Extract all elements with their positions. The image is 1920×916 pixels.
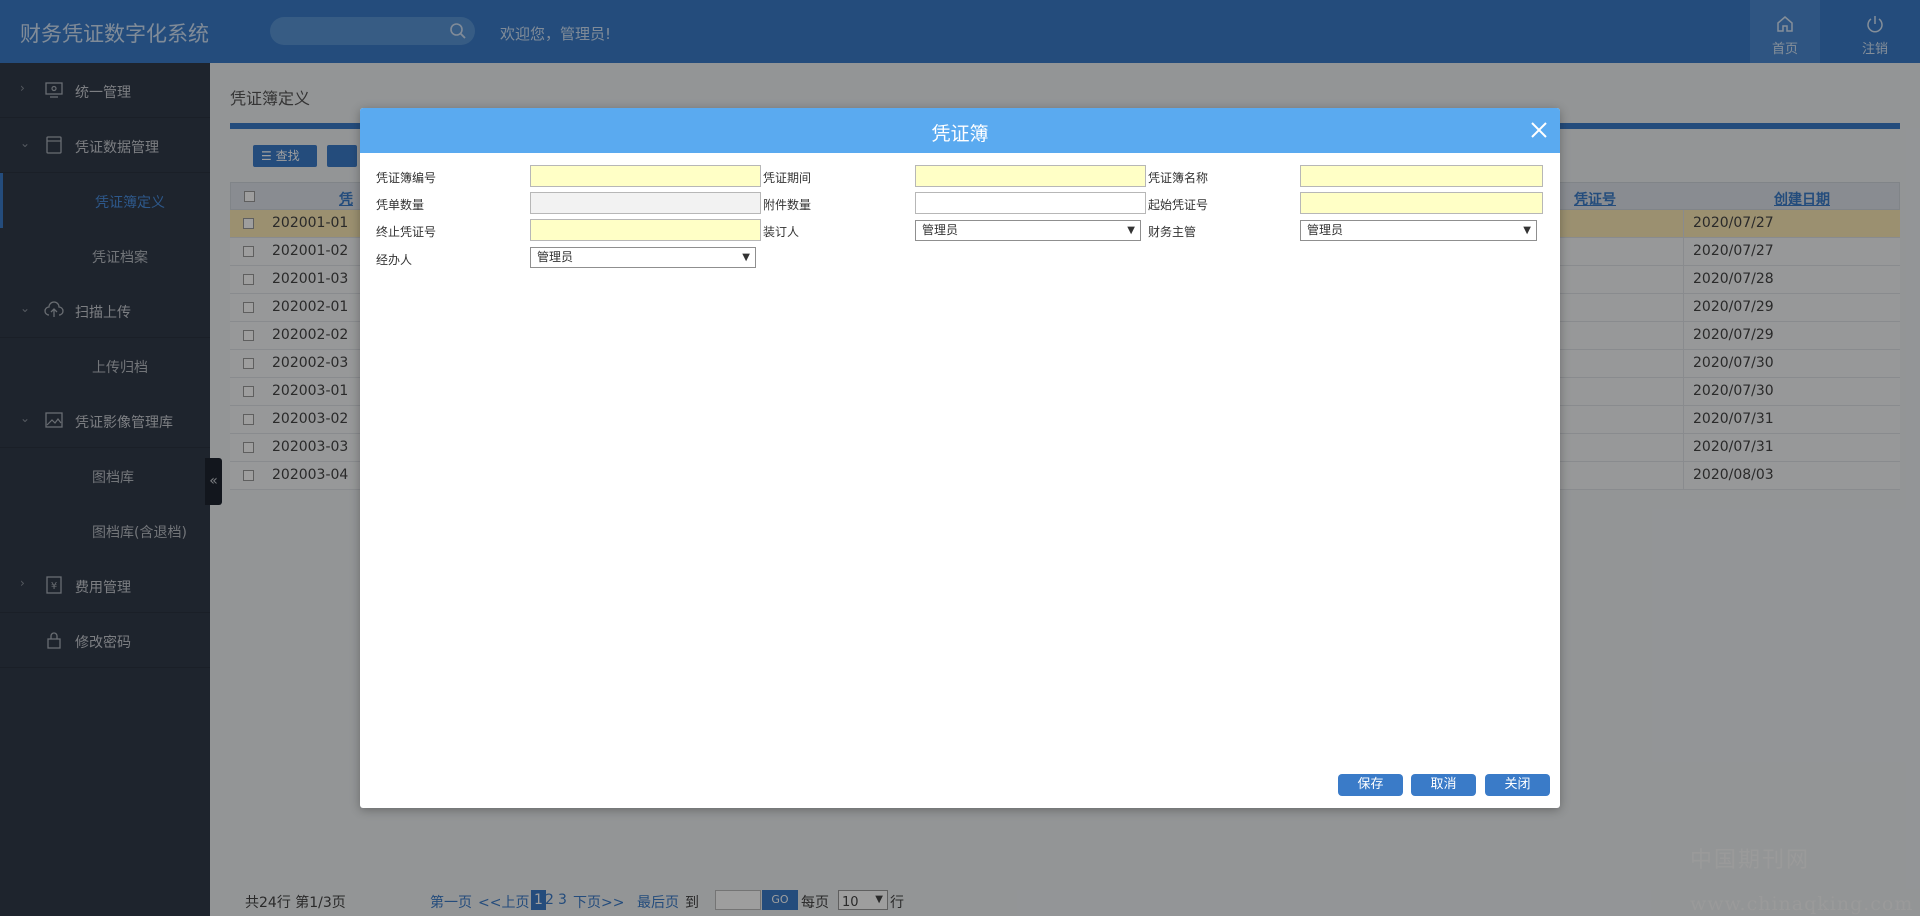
- book-name-input[interactable]: [1300, 165, 1543, 187]
- attachment-count-input[interactable]: [915, 192, 1146, 214]
- save-button[interactable]: 保存: [1338, 774, 1403, 796]
- binder-label: 装订人: [763, 225, 800, 239]
- dialog-header: 凭证簿: [360, 108, 1560, 153]
- dropdown-arrow-icon: ▼: [742, 252, 750, 263]
- handler-label: 经办人: [376, 253, 413, 267]
- cancel-button[interactable]: 取消: [1411, 774, 1476, 796]
- voucher-book-dialog: 凭证簿 凭证簿编号 凭证期间 凭证簿名称 凭单数量 附件数量 起始凭证号 终止凭…: [360, 108, 1560, 808]
- dropdown-arrow-icon: ▼: [1127, 225, 1135, 236]
- voucher-count-input: [530, 192, 761, 214]
- period-label: 凭证期间: [763, 171, 812, 185]
- watermark-logo: 中国期刊网: [1690, 848, 1811, 873]
- close-icon[interactable]: [1528, 119, 1550, 141]
- attachment-count-label: 附件数量: [763, 198, 812, 212]
- book-no-label: 凭证簿编号: [376, 171, 437, 185]
- binder-value: 管理员: [922, 223, 959, 237]
- book-name-label: 凭证簿名称: [1148, 171, 1209, 185]
- close-button[interactable]: 关闭: [1485, 774, 1550, 796]
- end-no-input[interactable]: [530, 219, 761, 241]
- start-no-input[interactable]: [1300, 192, 1543, 214]
- dropdown-arrow-icon: ▼: [1523, 225, 1531, 236]
- binder-select[interactable]: 管理员 ▼: [915, 220, 1141, 241]
- start-no-label: 起始凭证号: [1148, 198, 1209, 212]
- book-no-input[interactable]: [530, 165, 761, 187]
- voucher-count-label: 凭单数量: [376, 198, 425, 212]
- handler-value: 管理员: [537, 250, 574, 264]
- finance-head-label: 财务主管: [1148, 225, 1197, 239]
- watermark-url: www.chinaqking.com: [1690, 893, 1914, 915]
- handler-select[interactable]: 管理员 ▼: [530, 247, 756, 268]
- period-input[interactable]: [915, 165, 1146, 187]
- dialog-title: 凭证簿: [931, 123, 989, 145]
- finance-head-value: 管理员: [1307, 223, 1344, 237]
- end-no-label: 终止凭证号: [376, 225, 437, 239]
- finance-head-select[interactable]: 管理员 ▼: [1300, 220, 1537, 241]
